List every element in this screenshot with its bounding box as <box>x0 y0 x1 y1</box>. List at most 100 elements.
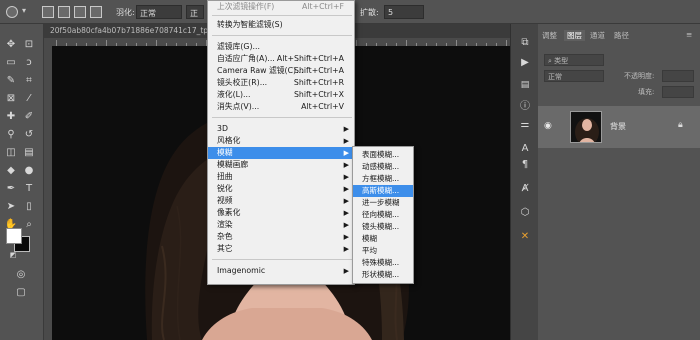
tab-adjustments[interactable]: 调整 <box>542 30 557 41</box>
filter-menu: 上次滤镜操作(F) Alt+Ctrl+F 转换为智能滤镜(S) 滤镜库(G)...… <box>207 0 355 285</box>
feather-field[interactable]: 正常 <box>136 5 182 19</box>
submenu-arrow-icon: ▶ <box>343 161 349 169</box>
menu-item-lens-correction[interactable]: 镜头校正(R)... Shift+Ctrl+R <box>208 77 354 89</box>
menu-item-camera-raw[interactable]: Camera Raw 滤镜(C)... Shift+Ctrl+A <box>208 65 354 77</box>
menu-item-filter-gallery[interactable]: 滤镜库(G)... <box>208 41 354 53</box>
menu-item-video[interactable]: 视频 ▶ <box>208 195 354 207</box>
lock-icon: 🔒︎ <box>678 120 683 130</box>
lasso-icon[interactable]: ↄ <box>22 56 36 70</box>
submenu-item-radial-blur[interactable]: 径向模糊... <box>353 209 413 221</box>
marquee-icon[interactable]: ▭ <box>4 56 18 70</box>
submenu-item-shape-blur[interactable]: 形状模糊... <box>353 269 413 281</box>
menu-item-liquify[interactable]: 液化(L)... Shift+Ctrl+X <box>208 89 354 101</box>
layer-thumbnail <box>570 111 602 143</box>
dodge-icon[interactable]: ● <box>22 164 36 178</box>
submenu-item-motion-blur[interactable]: 动感模糊... <box>353 161 413 173</box>
menu-item-convert-smart-filter[interactable]: 转换为智能滤镜(S) <box>208 19 354 31</box>
eyedropper-icon[interactable]: ⁄ <box>22 92 36 106</box>
submenu-item-smart-blur[interactable]: 特殊模糊... <box>353 257 413 269</box>
crop-icon[interactable]: ⌗ <box>22 74 36 88</box>
submenu-item-surface-blur[interactable]: 表面模糊... <box>353 149 413 161</box>
threshold-field[interactable]: 5 <box>384 5 424 19</box>
opacity-field[interactable] <box>662 70 694 82</box>
zoom-icon[interactable]: ⌕ <box>22 218 36 232</box>
character-icon[interactable]: A <box>518 142 532 156</box>
menu-item-adaptive-wide-angle[interactable]: 自适应广角(A)... Alt+Shift+Ctrl+A <box>208 53 354 65</box>
menu-item-pixelate[interactable]: 像素化 ▶ <box>208 207 354 219</box>
marquee-tool-icon[interactable] <box>6 6 18 18</box>
menu-item-blur[interactable]: 模糊 ▶ <box>208 147 354 159</box>
submenu-item-blur[interactable]: 模糊 <box>353 233 413 245</box>
submenu-arrow-icon: ▶ <box>343 233 349 241</box>
menu-item-blur-gallery[interactable]: 模糊画廊 ▶ <box>208 159 354 171</box>
submenu-item-lens-blur[interactable]: 镜头模糊... <box>353 221 413 233</box>
style-select[interactable]: 正 <box>186 5 204 19</box>
submenu-item-average[interactable]: 平均 <box>353 245 413 257</box>
history-brush-icon[interactable]: ↺ <box>22 128 36 142</box>
eye-icon[interactable]: ◉ <box>544 121 552 131</box>
threshold-label: 扩散: <box>360 8 379 17</box>
gradient-icon[interactable]: ▤ <box>22 146 36 160</box>
tab-layers[interactable]: 图层 <box>564 30 585 41</box>
clone-stamp-icon[interactable]: ⚲ <box>4 128 18 142</box>
blend-mode-select[interactable]: 正常 <box>544 70 604 82</box>
menu-item-noise[interactable]: 杂色 ▶ <box>208 231 354 243</box>
frame-icon[interactable]: ⊠ <box>4 92 18 106</box>
blur-tool-icon[interactable]: ◆ <box>4 164 18 178</box>
menu-item-other[interactable]: 其它 ▶ <box>208 243 354 255</box>
quick-select-icon[interactable]: ✎ <box>4 74 18 88</box>
new-selection-icon[interactable] <box>42 6 54 18</box>
glyphs-icon[interactable]: Ⱥ <box>518 182 532 196</box>
menu-item-render[interactable]: 渲染 ▶ <box>208 219 354 231</box>
fill-label: 填充: <box>638 88 655 96</box>
submenu-arrow-icon: ▶ <box>343 245 349 253</box>
submenu-arrow-icon: ▶ <box>343 221 349 229</box>
layers-panel: 调整 图层 通道 路径 ≡ ⌕ 类型 正常 不透明度: 填充: ◉ 背景 🔒︎ <box>538 24 700 340</box>
paragraph-icon[interactable]: ¶ <box>518 158 532 172</box>
eraser-icon[interactable]: ◫ <box>4 146 18 160</box>
submenu-item-blur-more[interactable]: 进一步模糊 <box>353 197 413 209</box>
tab-channels[interactable]: 通道 <box>590 30 605 41</box>
brush-icon[interactable]: ✐ <box>22 110 36 124</box>
artboard-tool-icon[interactable]: ⊡ <box>22 38 36 52</box>
fill-field[interactable] <box>662 86 694 98</box>
menu-item-last-filter[interactable]: 上次滤镜操作(F) Alt+Ctrl+F <box>208 1 354 13</box>
submenu-arrow-icon: ▶ <box>343 185 349 193</box>
menu-item-3d[interactable]: 3D ▶ <box>208 123 354 135</box>
foreground-color-swatch[interactable] <box>6 228 22 244</box>
healing-brush-icon[interactable]: ✚ <box>4 110 18 124</box>
path-select-icon[interactable]: ➤ <box>4 200 18 214</box>
tool-presets-icon[interactable]: ✕ <box>518 230 532 244</box>
pen-icon[interactable]: ✒ <box>4 182 18 196</box>
panel-menu-icon[interactable]: ≡ <box>686 30 692 39</box>
submenu-arrow-icon: ▶ <box>343 137 349 145</box>
3d-icon[interactable]: ⬡ <box>518 206 532 220</box>
play-action-icon[interactable]: ▶ <box>518 56 532 70</box>
default-colors-icon[interactable]: ◩ <box>6 248 20 262</box>
shape-icon[interactable]: ▯ <box>22 200 36 214</box>
submenu-item-box-blur[interactable]: 方框模糊... <box>353 173 413 185</box>
layer-filter-input[interactable]: ⌕ 类型 <box>544 54 604 66</box>
layer-row[interactable]: ◉ 背景 🔒︎ <box>538 106 700 148</box>
adjust-sliders-icon[interactable]: ⚌ <box>518 118 532 132</box>
type-tool-icon[interactable]: T <box>22 182 36 196</box>
menu-item-distort[interactable]: 扭曲 ▶ <box>208 171 354 183</box>
move-tool-icon[interactable]: ✥ <box>4 38 18 52</box>
intersect-selection-icon[interactable] <box>90 6 102 18</box>
chevron-down-icon[interactable]: ▾ <box>22 6 34 18</box>
feather-label: 羽化: <box>116 8 135 17</box>
add-selection-icon[interactable] <box>58 6 70 18</box>
subtract-selection-icon[interactable] <box>74 6 86 18</box>
tab-paths[interactable]: 路径 <box>614 30 629 41</box>
search-icon: ⌕ <box>548 57 552 65</box>
history-icon[interactable]: ⧉ <box>518 36 532 50</box>
submenu-item-gaussian-blur[interactable]: 高斯模糊... <box>353 185 413 197</box>
menu-item-stylize[interactable]: 风格化 ▶ <box>208 135 354 147</box>
menu-item-imagenomic[interactable]: Imagenomic ▶ <box>208 265 354 277</box>
menu-item-sharpen[interactable]: 锐化 ▶ <box>208 183 354 195</box>
screen-mode-icon[interactable]: ▢ <box>14 286 28 300</box>
properties-icon[interactable]: ▤ <box>518 78 532 92</box>
info-icon[interactable]: ⓘ <box>518 100 532 114</box>
quick-mask-icon[interactable]: ◎ <box>14 268 28 282</box>
menu-item-vanishing-point[interactable]: 消失点(V)... Alt+Ctrl+V <box>208 101 354 113</box>
